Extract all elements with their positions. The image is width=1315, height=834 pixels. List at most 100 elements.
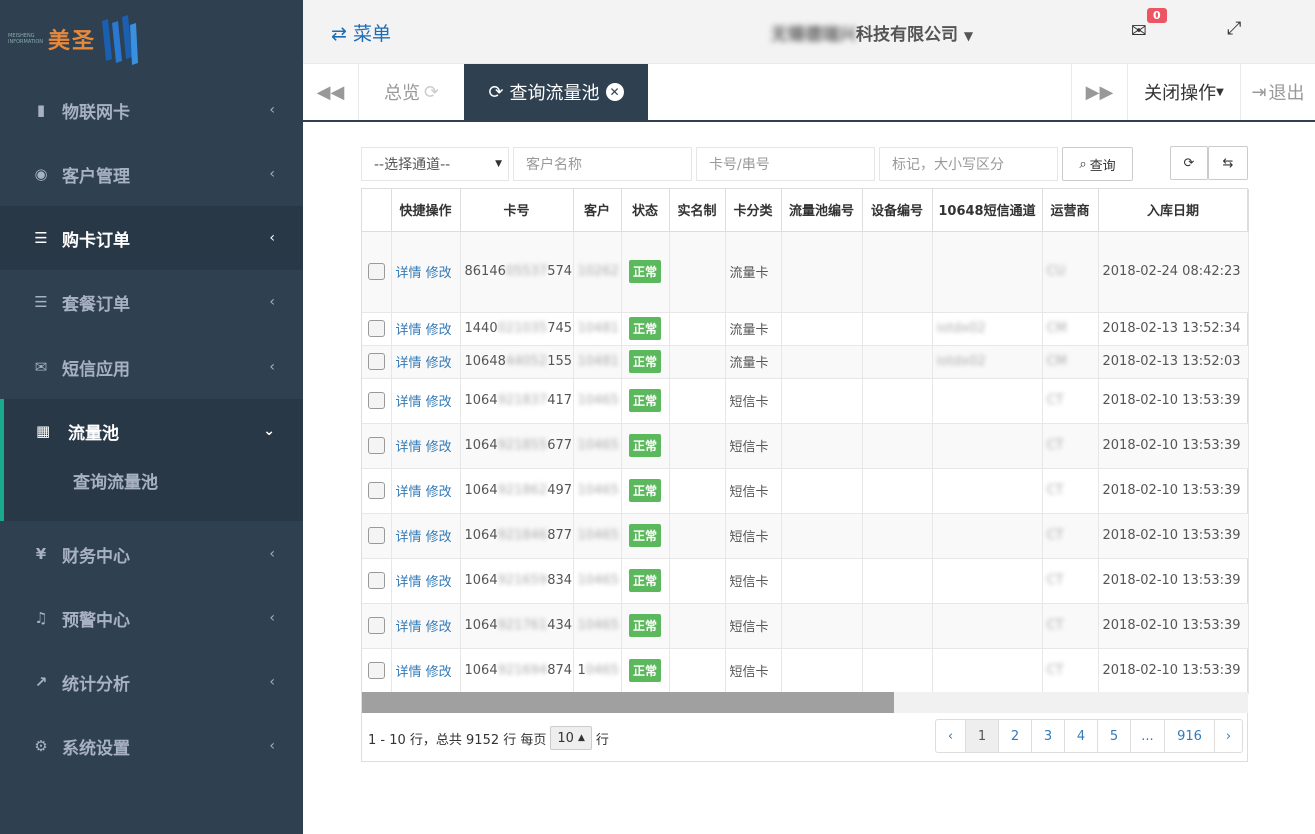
edit-link[interactable]: 修改 (426, 530, 452, 545)
tab-scroll-right-button[interactable]: ▶▶ (1071, 64, 1127, 120)
page-3-button[interactable]: 3 (1032, 720, 1065, 752)
toggle-view-button[interactable]: ⇆ (1208, 146, 1248, 180)
customer-prefix: 1 (577, 663, 586, 678)
page-size-select[interactable]: 10 ▲ (550, 726, 592, 750)
edit-link[interactable]: 修改 (426, 440, 452, 455)
row-checkbox[interactable] (367, 617, 385, 634)
detail-link[interactable]: 详情 (396, 323, 422, 338)
fullscreen-button[interactable]: ⤢ (1227, 18, 1241, 39)
row-checkbox[interactable] (367, 263, 385, 280)
sidebar-item-settings[interactable]: ⚙ 系统设置 ‹ (0, 714, 303, 778)
row-checkbox[interactable] (367, 392, 385, 409)
column-header[interactable]: 实名制 (669, 189, 726, 232)
refresh-button[interactable]: ⟳ (1170, 146, 1208, 180)
row-checkbox[interactable] (367, 353, 385, 370)
column-header[interactable]: 设备编号 (862, 189, 933, 232)
customer-name-input[interactable]: 客户名称 (513, 147, 692, 181)
row-checkbox[interactable] (367, 437, 385, 454)
sidebar-item-card-orders[interactable]: ☰ 购卡订单 ‹ (0, 206, 303, 270)
tab-query-pool[interactable]: ⟳ 查询流量池 ✕ (464, 64, 648, 120)
tab-scroll-left-button[interactable]: ◀◀ (303, 64, 359, 120)
sidebar-subitem-query-pool[interactable]: 查询流量池 (4, 463, 303, 503)
edit-link[interactable]: 修改 (426, 485, 452, 500)
detail-link[interactable]: 详情 (396, 620, 422, 635)
close-operations-dropdown[interactable]: 关闭操作 ▼ (1127, 64, 1240, 120)
sms-channel-cell (932, 648, 1043, 694)
carrier-cell: CT (1042, 648, 1099, 694)
device-id-cell (862, 423, 933, 469)
next-page-button[interactable]: › (1215, 720, 1242, 752)
column-header[interactable]: 入库日期 (1098, 189, 1249, 232)
column-header[interactable]: 运营商 (1042, 189, 1099, 232)
table-row: 详情 修改 1064921761434 10465 正常 短信卡 CT 2018-02-10… (362, 603, 1249, 649)
carrier-cell: CT (1042, 603, 1099, 649)
edit-link[interactable]: 修改 (426, 266, 452, 281)
sidebar-item-iot-card[interactable]: ▮ 物联网卡 ‹ (0, 78, 303, 142)
row-checkbox[interactable] (367, 320, 385, 337)
sidebar-item-traffic-pool-header[interactable]: ▦ 流量池 ⌄ (4, 399, 303, 463)
column-header[interactable]: 10648短信通道 (932, 189, 1043, 232)
detail-link[interactable]: 详情 (396, 665, 422, 680)
detail-link[interactable]: 详情 (396, 440, 422, 455)
stock-date-cell: 2018-02-13 13:52:34 (1098, 312, 1249, 346)
carrier-cell: CT (1042, 558, 1099, 604)
card-number-cell: 1064921761434 (460, 603, 574, 649)
channel-select[interactable]: --选择通道-- ▼ (361, 147, 509, 181)
sidebar-item-statistics[interactable]: ↗ 统计分析 ‹ (0, 650, 303, 714)
tab-overview[interactable]: 总览 ⟳ (359, 64, 464, 120)
sidebar-item-plan-orders[interactable]: ☰ 套餐订单 ‹ (0, 270, 303, 334)
sidebar-item-sms[interactable]: ✉ 短信应用 ‹ (0, 335, 303, 399)
column-header[interactable]: 卡分类 (725, 189, 782, 232)
page-2-button[interactable]: 2 (999, 720, 1032, 752)
page-last-button[interactable]: 916 (1165, 720, 1215, 752)
channel-select-value: --选择通道-- (374, 157, 451, 173)
logout-button[interactable]: ⇥ 退出 (1240, 64, 1315, 120)
page-1-button[interactable]: 1 (966, 720, 999, 752)
scrollbar-thumb[interactable] (362, 692, 894, 713)
card-number-input[interactable]: 卡号/串号 (696, 147, 875, 181)
sidebar-item-alerts[interactable]: ♫ 预警中心 ‹ (0, 586, 303, 650)
card-number-cell: 1064844052155 (460, 345, 574, 379)
page-4-button[interactable]: 4 (1065, 720, 1098, 752)
edit-link[interactable]: 修改 (426, 665, 452, 680)
detail-link[interactable]: 详情 (396, 530, 422, 545)
row-checkbox[interactable] (367, 662, 385, 679)
sms-channel-cell (932, 558, 1043, 604)
card-number-suffix: 574 (547, 264, 573, 279)
sidebar-item-finance[interactable]: ¥ 财务中心 ‹ (0, 522, 303, 586)
edit-link[interactable]: 修改 (426, 356, 452, 371)
edit-link[interactable]: 修改 (426, 575, 452, 590)
card-number-prefix: 1440 (464, 321, 498, 336)
prev-page-button[interactable]: ‹ (936, 720, 966, 752)
column-header[interactable]: 卡号 (460, 189, 574, 232)
page-5-button[interactable]: 5 (1098, 720, 1131, 752)
detail-link[interactable]: 详情 (396, 356, 422, 371)
tag-input[interactable]: 标记，大小写区分 (879, 147, 1058, 181)
edit-link[interactable]: 修改 (426, 323, 452, 338)
close-icon[interactable]: ✕ (605, 83, 624, 101)
card-number-masked: 921862 (497, 483, 548, 498)
column-header[interactable]: 客户 (573, 189, 622, 232)
row-checkbox[interactable] (367, 527, 385, 544)
edit-link[interactable]: 修改 (426, 395, 452, 410)
detail-link[interactable]: 详情 (396, 395, 422, 410)
edit-link[interactable]: 修改 (426, 620, 452, 635)
row-checkbox[interactable] (367, 572, 385, 589)
carrier-value: CT (1046, 393, 1064, 408)
column-header[interactable]: 状态 (621, 189, 670, 232)
detail-link[interactable]: 详情 (396, 266, 422, 281)
carrier-cell: CM (1042, 312, 1099, 346)
table-row: 详情 修改 1064921846877 10465 正常 短信卡 CT 2018-02-10… (362, 513, 1249, 559)
sidebar-item-customers[interactable]: ◉ 客户管理 ‹ (0, 142, 303, 206)
chevron-left-icon: ‹ (269, 102, 275, 118)
detail-link[interactable]: 详情 (396, 485, 422, 500)
menu-toggle-button[interactable]: ⇄ 菜单 (331, 19, 391, 46)
column-header[interactable]: 流量池编号 (781, 189, 863, 232)
mail-button[interactable]: ✉ (1131, 20, 1147, 42)
company-dropdown[interactable]: 无锡德瑞兴科技有限公司 ▼ (771, 20, 973, 45)
caret-down-icon: ▼ (495, 159, 502, 169)
query-button[interactable]: ⌕ 查询 (1062, 147, 1133, 181)
detail-link[interactable]: 详情 (396, 575, 422, 590)
horizontal-scrollbar[interactable] (362, 692, 1248, 713)
row-checkbox[interactable] (367, 482, 385, 499)
